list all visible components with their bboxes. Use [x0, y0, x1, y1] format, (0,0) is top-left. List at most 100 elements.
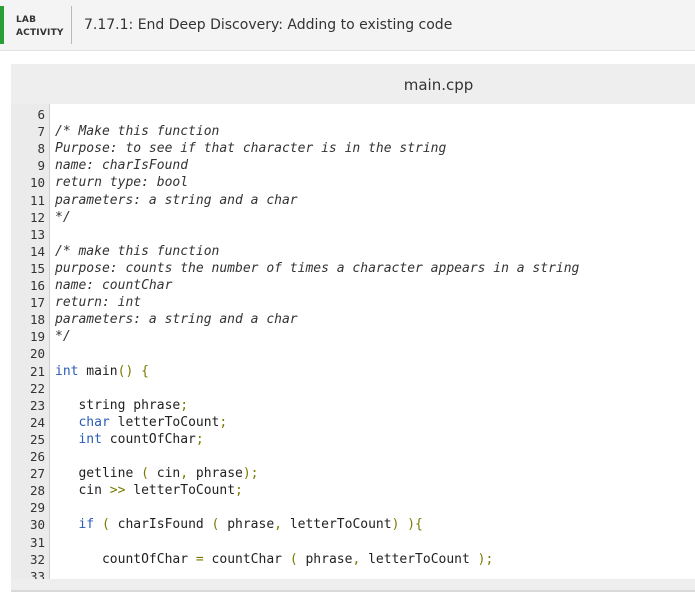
- line-number: 18: [29, 312, 45, 328]
- line-number: 24: [29, 414, 45, 430]
- activity-title: 7.17.1: End Deep Discovery: Adding to ex…: [84, 17, 453, 33]
- badge-label: LAB ACTIVITY: [16, 14, 64, 40]
- code-token: string phrase: [55, 397, 181, 413]
- code-text: int main() {: [55, 363, 149, 380]
- code-token: Purpose: to see if that character is in …: [55, 141, 447, 157]
- code-line[interactable]: 16 name: countChar: [11, 277, 695, 294]
- code-line[interactable]: 22: [11, 380, 695, 397]
- line-number: 20: [29, 346, 45, 362]
- code-token: parameters: a string and a char: [55, 312, 298, 328]
- code-token: phrase: [188, 466, 243, 482]
- code-line[interactable]: 31: [11, 534, 695, 551]
- code-text: purpose: counts the number of times a ch…: [55, 260, 579, 277]
- code-token: purpose: counts the number of times a ch…: [55, 260, 580, 276]
- code-token: =: [195, 551, 204, 567]
- code-line[interactable]: 9 name: charIsFound: [11, 157, 695, 174]
- code-token: if: [78, 517, 95, 533]
- code-token: ,: [274, 517, 282, 533]
- code-text: name: countChar: [55, 277, 172, 294]
- code-token: letterToCount: [360, 551, 478, 567]
- code-line[interactable]: 32 countOfChar = countChar ( phrase, let…: [11, 551, 695, 568]
- code-token: /* make this function: [55, 243, 220, 259]
- code-token: phrase: [297, 551, 353, 567]
- code-token: countOfChar: [55, 551, 196, 567]
- code-text: parameters: a string and a char: [55, 192, 298, 209]
- line-number: 26: [29, 449, 45, 464]
- code-text: /* Make this function: [55, 123, 219, 140]
- code-token: /* Make this function: [55, 124, 220, 140]
- code-token: phrase: [219, 517, 275, 533]
- line-number: 32: [29, 551, 45, 567]
- code-line[interactable]: 6: [11, 106, 695, 123]
- code-line[interactable]: 17 return: int: [11, 294, 695, 311]
- line-number: 25: [29, 431, 45, 447]
- badge-accent-bar: [0, 6, 4, 44]
- line-number: 17: [29, 295, 45, 311]
- badge-line-2: ACTIVITY: [16, 28, 64, 38]
- line-number: 9: [37, 158, 45, 174]
- code-token: letterToCount: [282, 517, 392, 533]
- code-editor[interactable]: 6 7 /* Make this function 8 Purpose: to see …: [11, 104, 695, 579]
- code-token: (: [101, 517, 110, 533]
- line-number: 13: [29, 226, 45, 242]
- code-text: return: int: [55, 294, 141, 311]
- code-line[interactable]: 20: [11, 345, 695, 362]
- line-number: 22: [29, 380, 45, 396]
- code-token: ;: [195, 431, 204, 447]
- code-line[interactable]: 13: [11, 226, 695, 243]
- line-number: 31: [29, 534, 45, 550]
- line-number: 7: [37, 124, 45, 140]
- code-line[interactable]: 27 getline ( cin, phrase);: [11, 465, 695, 482]
- filename-label: main.cpp: [403, 76, 474, 94]
- code-line[interactable]: 25 int countOfChar;: [11, 431, 695, 448]
- code-text: string phrase;: [55, 397, 188, 414]
- code-line[interactable]: 15 purpose: counts the number of times a …: [11, 260, 695, 277]
- line-number: 16: [29, 278, 45, 293]
- line-number: 27: [29, 466, 45, 482]
- code-token: (: [289, 551, 298, 567]
- code-token: );: [242, 466, 259, 482]
- code-token: countChar: [203, 551, 290, 567]
- code-line[interactable]: 29: [11, 499, 695, 516]
- code-line[interactable]: 26: [11, 448, 695, 465]
- code-line[interactable]: 28 cin >> letterToCount;: [11, 482, 695, 499]
- code-text: countOfChar = countChar ( phrase, letter…: [55, 551, 493, 568]
- code-token: ;: [235, 483, 243, 499]
- code-token: cin: [55, 483, 110, 499]
- line-number: 11: [29, 192, 45, 208]
- code-line[interactable]: 12 */: [11, 209, 695, 226]
- code-line[interactable]: 18 parameters: a string and a char: [11, 311, 695, 328]
- code-text: cin >> letterToCount;: [55, 482, 243, 499]
- code-text: int countOfChar;: [55, 431, 204, 448]
- code-line[interactable]: 30 if ( charIsFound ( phrase, letterToCo…: [11, 516, 695, 533]
- code-token: cin: [148, 466, 181, 482]
- code-line[interactable]: 33: [11, 568, 695, 579]
- code-text: if ( charIsFound ( phrase, letterToCount…: [55, 516, 423, 533]
- code-token: ) ){: [391, 517, 423, 533]
- filename-tab[interactable]: main.cpp: [0, 76, 695, 94]
- code-token: ;: [219, 414, 228, 430]
- code-text: parameters: a string and a char: [55, 311, 298, 328]
- code-token: >>: [109, 483, 126, 499]
- code-line[interactable]: 19 */: [11, 328, 695, 345]
- line-number: 33: [29, 568, 45, 579]
- code-token: */: [55, 329, 71, 345]
- code-token: getline: [55, 466, 142, 482]
- code-line[interactable]: 10 return type: bool: [11, 174, 695, 191]
- code-line[interactable]: 7 /* Make this function: [11, 123, 695, 140]
- code-token: ,: [180, 466, 189, 482]
- line-number: 19: [29, 329, 45, 345]
- code-token: parameters: a string and a char: [55, 192, 298, 208]
- line-number: 8: [37, 141, 45, 157]
- editor-bottom-border: [11, 590, 695, 592]
- code-line[interactable]: 21 int main() {: [11, 363, 695, 380]
- code-line[interactable]: 14 /* make this function: [11, 243, 695, 260]
- code-text: name: charIsFound: [55, 157, 188, 174]
- code-line[interactable]: 24 char letterToCount;: [11, 414, 695, 431]
- code-line[interactable]: 8 Purpose: to see if that character is in…: [11, 140, 695, 157]
- code-token: (: [141, 466, 149, 482]
- code-line[interactable]: 11 parameters: a string and a char: [11, 192, 695, 209]
- code-line[interactable]: 23 string phrase;: [11, 397, 695, 414]
